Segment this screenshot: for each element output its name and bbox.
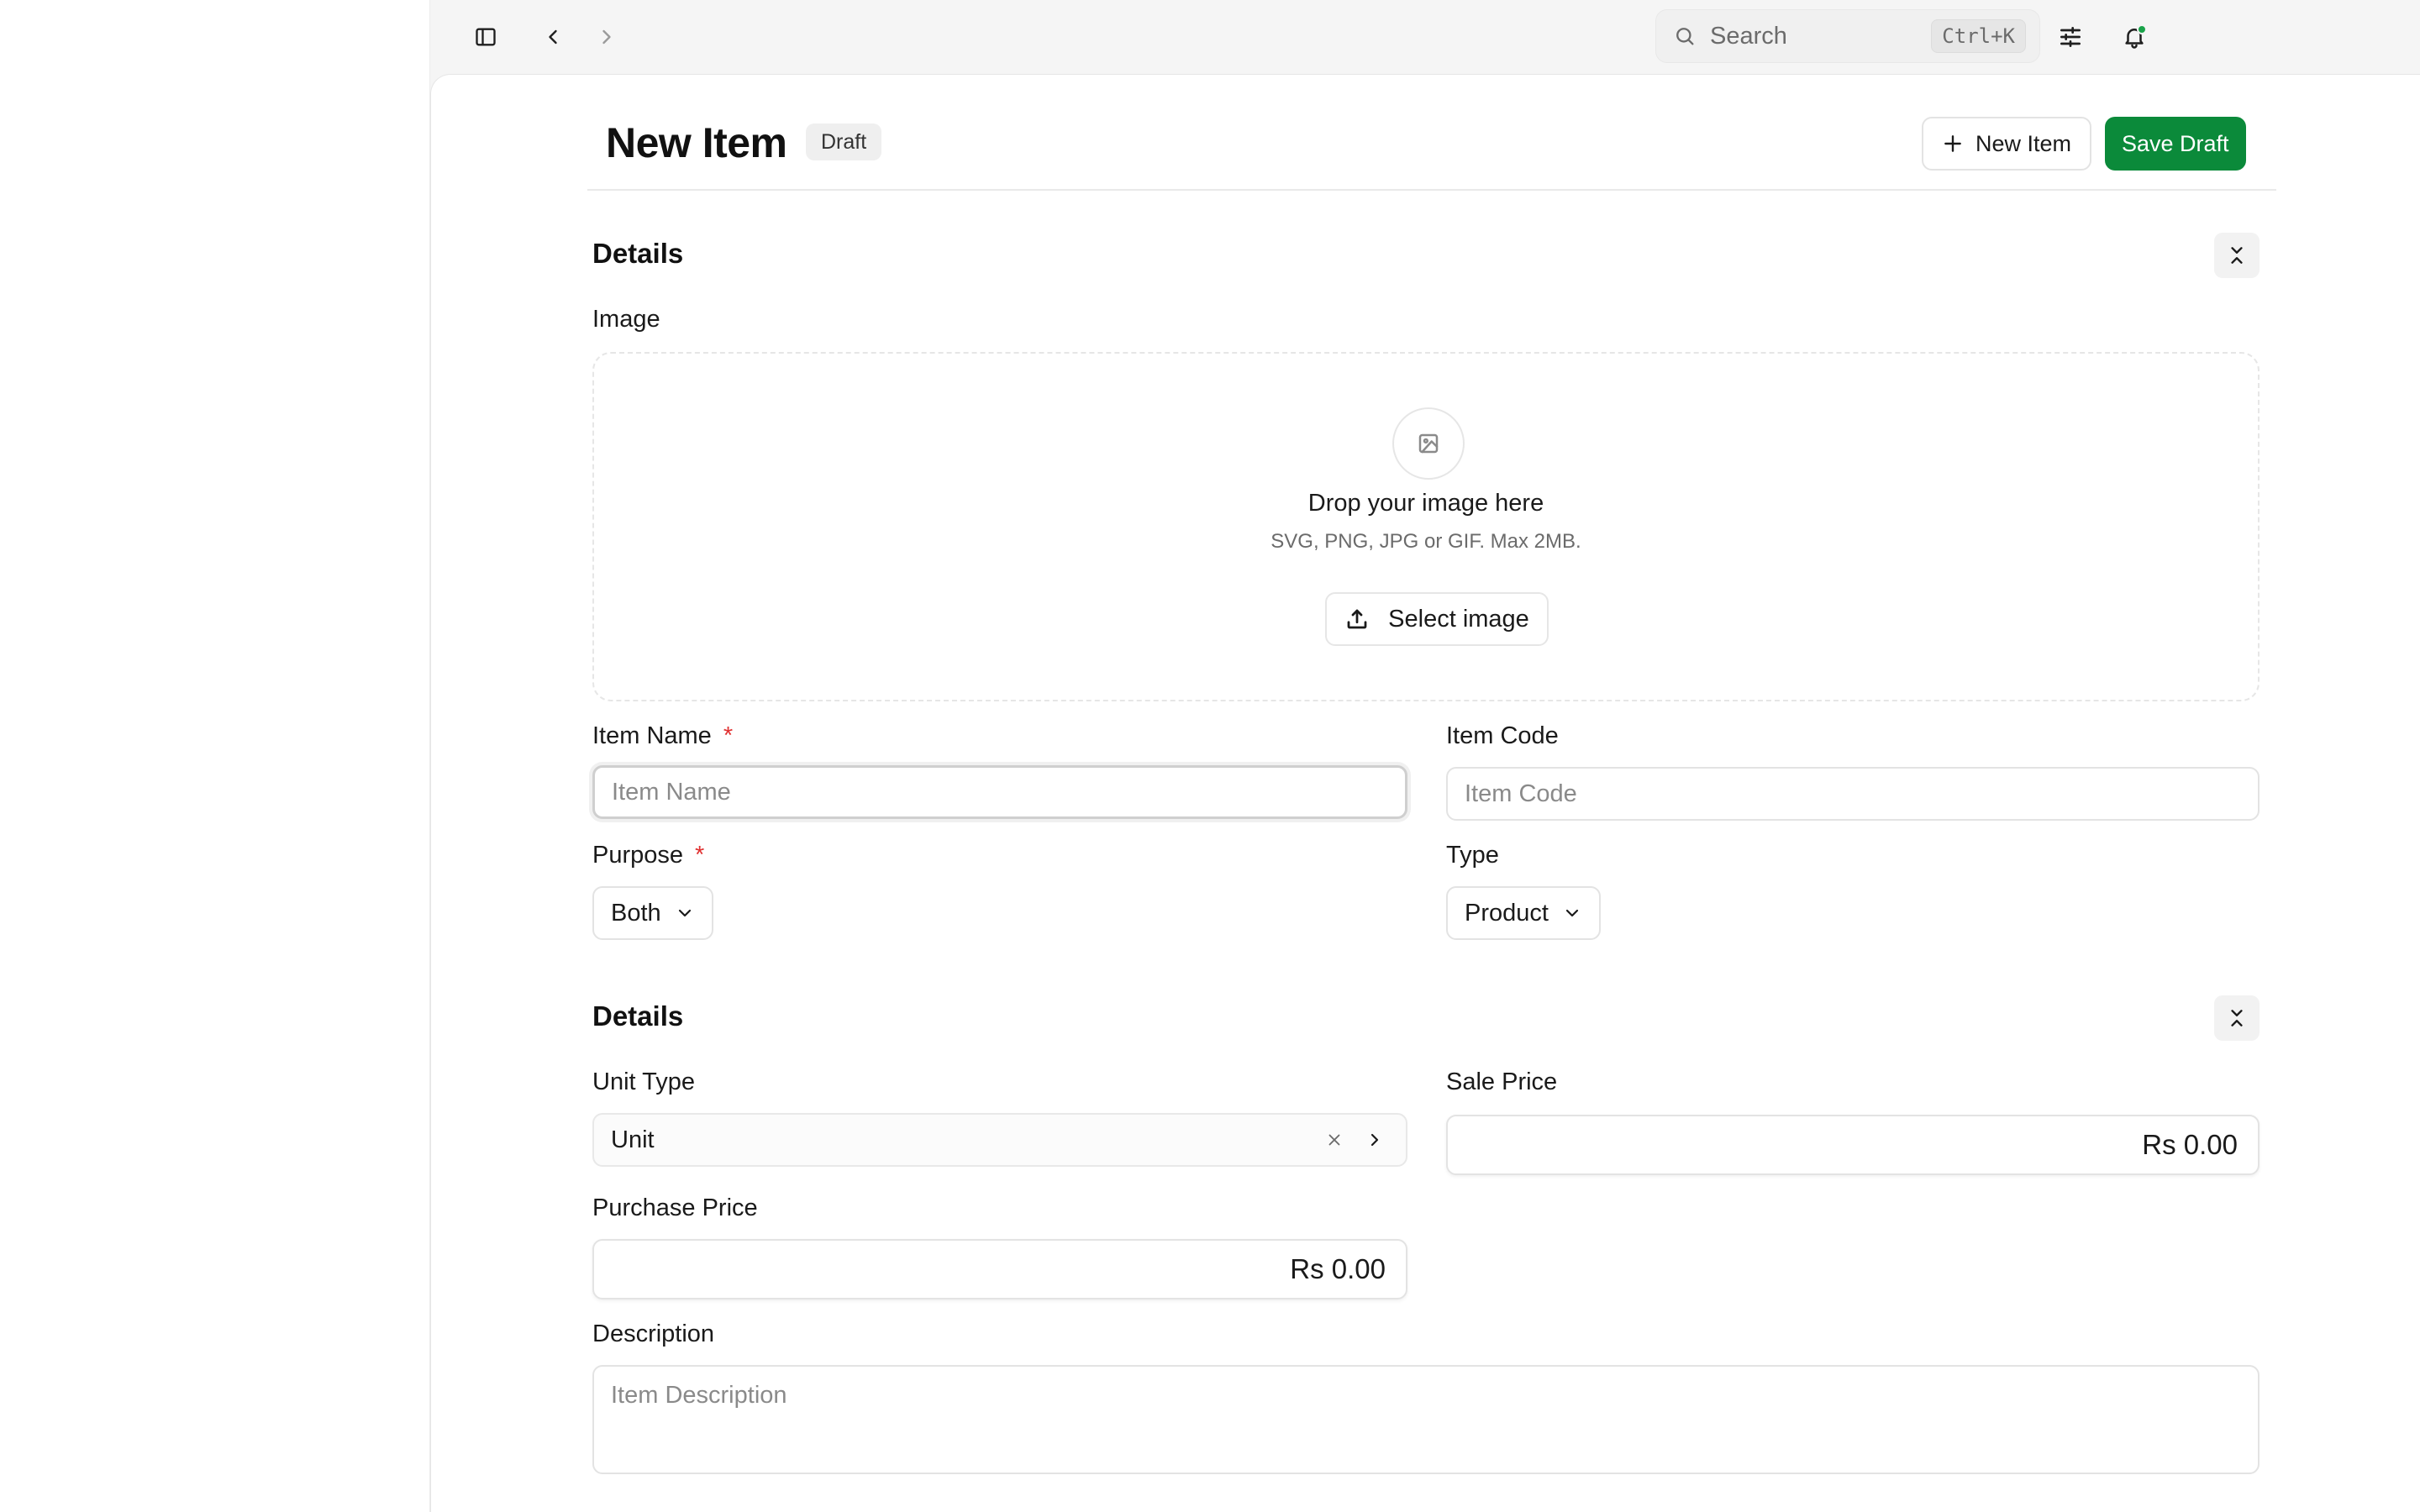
save-draft-label: Save Draft — [2122, 130, 2229, 156]
notification-dot — [2137, 24, 2147, 34]
sidebar-toggle-icon[interactable] — [466, 17, 506, 57]
type-value: Product — [1465, 899, 1549, 927]
chevron-right-icon[interactable] — [1360, 1126, 1389, 1154]
clear-icon[interactable] — [1320, 1126, 1349, 1154]
chevron-right-icon[interactable] — [587, 17, 627, 57]
purpose-label-text: Purpose — [592, 842, 684, 869]
collapse-icon — [2231, 247, 2243, 264]
sidebar — [0, 0, 430, 1512]
select-image-label: Select image — [1388, 605, 1529, 633]
collapse-section-button[interactable] — [2214, 233, 2260, 278]
search-shortcut: Ctrl+K — [1931, 19, 2026, 53]
bell-icon[interactable] — [2114, 17, 2154, 57]
new-item-label: New Item — [1975, 130, 2072, 156]
item-name-input[interactable] — [592, 765, 1407, 819]
chevron-left-icon[interactable] — [533, 17, 573, 57]
section-title-details-2: Details — [592, 1000, 684, 1032]
unit-type-field[interactable]: Unit — [592, 1113, 1407, 1167]
unit-type-value: Unit — [611, 1126, 655, 1153]
header-divider — [587, 189, 2276, 191]
item-name-label: Item Name * — [592, 722, 733, 750]
required-asterisk: * — [695, 842, 705, 869]
image-label: Image — [592, 306, 660, 333]
purpose-select[interactable]: Both — [592, 886, 713, 940]
image-dropzone[interactable]: Drop your image here SVG, PNG, JPG or GI… — [592, 352, 2260, 701]
purpose-label: Purpose * — [592, 842, 704, 869]
dropzone-subtitle: SVG, PNG, JPG or GIF. Max 2MB. — [1270, 530, 1581, 553]
purpose-value: Both — [611, 899, 661, 927]
plus-icon — [1944, 135, 1961, 152]
purchase-price-label: Purchase Price — [592, 1194, 758, 1221]
collapse-icon — [2231, 1010, 2243, 1026]
main-panel: New Item Draft New Item Save Draft Detai… — [430, 74, 2420, 1512]
description-textarea[interactable] — [592, 1365, 2260, 1474]
top-bar: Search Ctrl+K — [430, 0, 2420, 74]
description-label: Description — [592, 1320, 715, 1347]
type-select[interactable]: Product — [1446, 886, 1601, 940]
upload-icon — [1347, 609, 1367, 629]
sale-price-input[interactable]: Rs 0.00 — [1446, 1115, 2260, 1175]
section-title-details: Details — [592, 238, 684, 269]
dropzone-title: Drop your image here — [1307, 490, 1544, 517]
search-bar[interactable]: Search Ctrl+K — [1655, 9, 2040, 63]
status-badge: Draft — [806, 123, 882, 160]
new-item-button[interactable]: New Item — [1922, 117, 2092, 171]
required-asterisk: * — [723, 722, 734, 749]
save-draft-button[interactable]: Save Draft — [2105, 117, 2246, 171]
chevron-down-icon — [678, 909, 691, 917]
unit-type-label: Unit Type — [592, 1068, 695, 1095]
sliders-icon[interactable] — [2050, 17, 2091, 57]
search-icon — [1676, 28, 1694, 45]
page-title: New Item — [606, 119, 787, 166]
item-code-input[interactable] — [1446, 767, 2260, 821]
item-name-label-text: Item Name — [592, 722, 712, 749]
sale-price-label: Sale Price — [1446, 1068, 1558, 1095]
search-label: Search — [1710, 22, 1787, 50]
image-icon — [1392, 407, 1465, 480]
type-label: Type — [1446, 842, 1499, 869]
collapse-section-button[interactable] — [2214, 995, 2260, 1041]
purchase-price-input[interactable]: Rs 0.00 — [592, 1239, 1407, 1299]
select-image-button[interactable]: Select image — [1325, 592, 1549, 646]
item-code-label: Item Code — [1446, 722, 1559, 749]
chevron-down-icon — [1565, 909, 1579, 917]
